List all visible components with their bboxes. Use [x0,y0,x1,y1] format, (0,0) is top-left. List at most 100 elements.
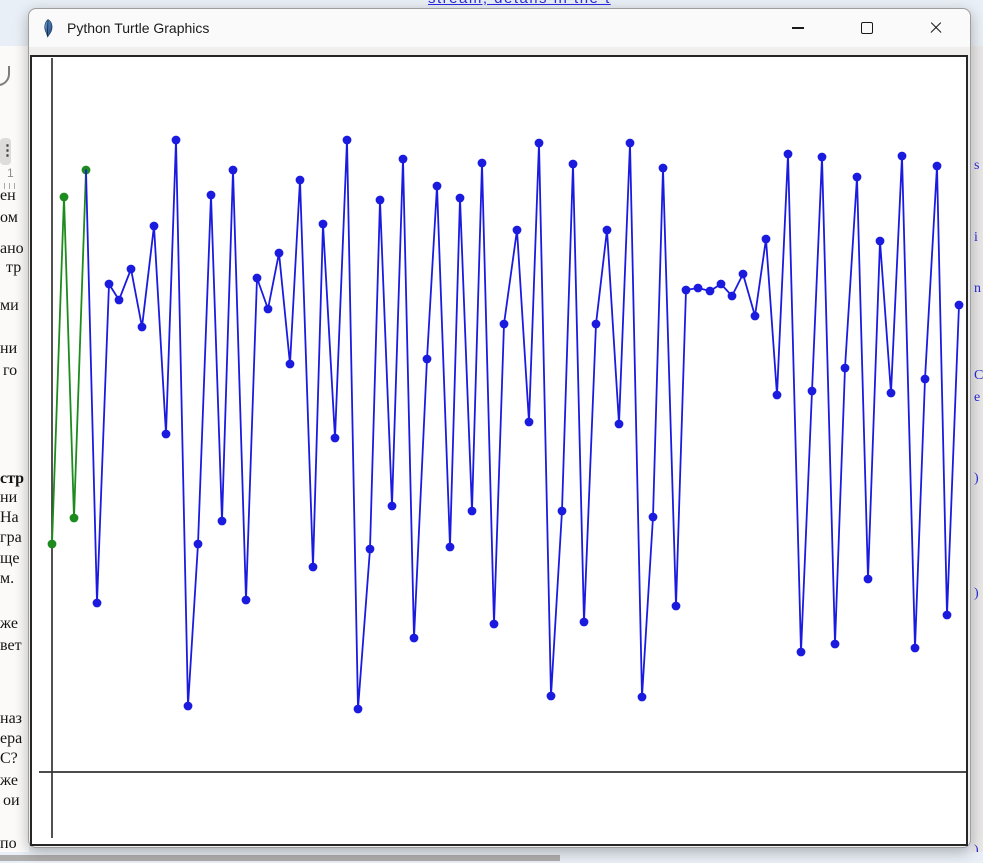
data-point-marker [468,507,477,516]
titlebar[interactable]: Python Turtle Graphics [29,9,970,47]
data-point-marker [127,265,136,274]
python-feather-icon [40,19,55,38]
background-text-fragment: стр [0,470,29,488]
data-point-marker [388,502,397,511]
data-point-marker [138,323,147,332]
background-text-fragment: м. [0,570,29,588]
data-point-marker [490,620,499,629]
data-point-marker [410,634,419,643]
series-line-start-segment-green [52,170,86,544]
data-point-marker [242,596,251,605]
data-point-marker [751,312,760,321]
data-point-marker [376,196,385,205]
background-text-fragment: гра [0,529,29,547]
minimize-button[interactable] [763,9,832,47]
data-point-marker [898,152,907,161]
data-point-marker [818,153,827,162]
background-text-fragment: ни [0,340,29,358]
data-point-marker [864,575,873,584]
data-point-marker [797,648,806,657]
data-point-marker [943,611,952,620]
window-title: Python Turtle Graphics [67,20,209,36]
data-point-marker [728,292,737,301]
data-point-marker [694,284,703,293]
data-point-marker [717,280,726,289]
turtle-drawing [32,57,966,844]
background-text-fragment: ои [3,792,29,810]
data-point-marker [933,162,942,171]
data-point-marker [955,301,964,310]
data-point-marker [682,286,691,295]
data-point-marker [253,274,262,283]
background-text-fragment: ера [0,730,29,748]
data-point-marker [649,513,658,522]
data-point-marker [547,692,556,701]
maximize-button[interactable] [832,9,901,47]
data-point-marker [207,191,216,200]
data-point-marker [60,193,69,202]
data-point-marker [309,563,318,572]
data-point-marker [70,514,79,523]
data-point-marker [626,139,635,148]
data-point-marker [150,222,159,231]
data-point-marker [784,150,793,159]
data-point-marker [399,155,408,164]
data-point-marker [535,139,544,148]
data-point-marker [264,305,273,314]
data-point-marker [773,391,782,400]
data-point-marker [853,173,862,182]
data-point-marker [569,160,578,169]
data-point-marker [286,360,295,369]
data-point-marker [762,235,771,244]
background-text-fragment: го [3,362,29,380]
data-point-marker [876,237,885,246]
data-point-marker [638,693,647,702]
background-text-fragment: же [0,615,29,633]
data-point-marker [478,159,487,168]
data-point-marker [433,182,442,191]
data-point-marker [184,702,193,711]
turtle-canvas[interactable] [30,55,968,846]
vertical-ellipsis-icon: ⋮ [0,138,11,165]
background-text-fragment: i [974,230,978,246]
data-point-marker [48,540,57,549]
close-button[interactable] [901,9,970,47]
data-point-marker [580,618,589,627]
maximize-icon [861,22,873,34]
background-text-fragment: ен [0,187,29,205]
data-point-marker [366,545,375,554]
data-point-marker [841,364,850,373]
data-point-marker [831,640,840,649]
background-curve-shape [0,66,10,86]
data-point-marker [739,270,748,279]
background-text-fragment: ) [974,471,979,487]
data-point-marker [93,599,102,608]
data-point-marker [672,602,681,611]
data-point-marker [887,389,896,398]
background-text-fragment: ни [0,489,29,507]
data-point-marker [105,280,114,289]
data-point-marker [706,287,715,296]
background-text-fragment: ) [974,843,979,852]
turtle-graphics-window: Python Turtle Graphics [28,8,971,848]
data-point-marker [525,418,534,427]
data-point-marker [162,430,171,439]
data-point-marker [513,226,522,235]
data-point-marker [331,434,340,443]
background-document-strip: ⋮ 1 еноманотрминигострниНагращем.жеветна… [0,46,29,852]
data-point-marker [343,136,352,145]
data-point-marker [423,355,432,364]
background-text-fragment: n [974,281,981,297]
data-point-marker [500,320,509,329]
series-line-main-walk-blue [86,140,959,709]
background-text-fragment: C [974,368,983,384]
data-point-marker [592,320,601,329]
data-point-marker [615,420,624,429]
data-point-marker [172,136,181,145]
data-point-marker [115,296,124,305]
background-text-fragment: На [0,509,29,527]
close-icon [929,21,943,35]
background-right-strip: sinCe))) [972,46,983,852]
background-text-fragment: тр [6,259,29,277]
data-point-marker [603,226,612,235]
